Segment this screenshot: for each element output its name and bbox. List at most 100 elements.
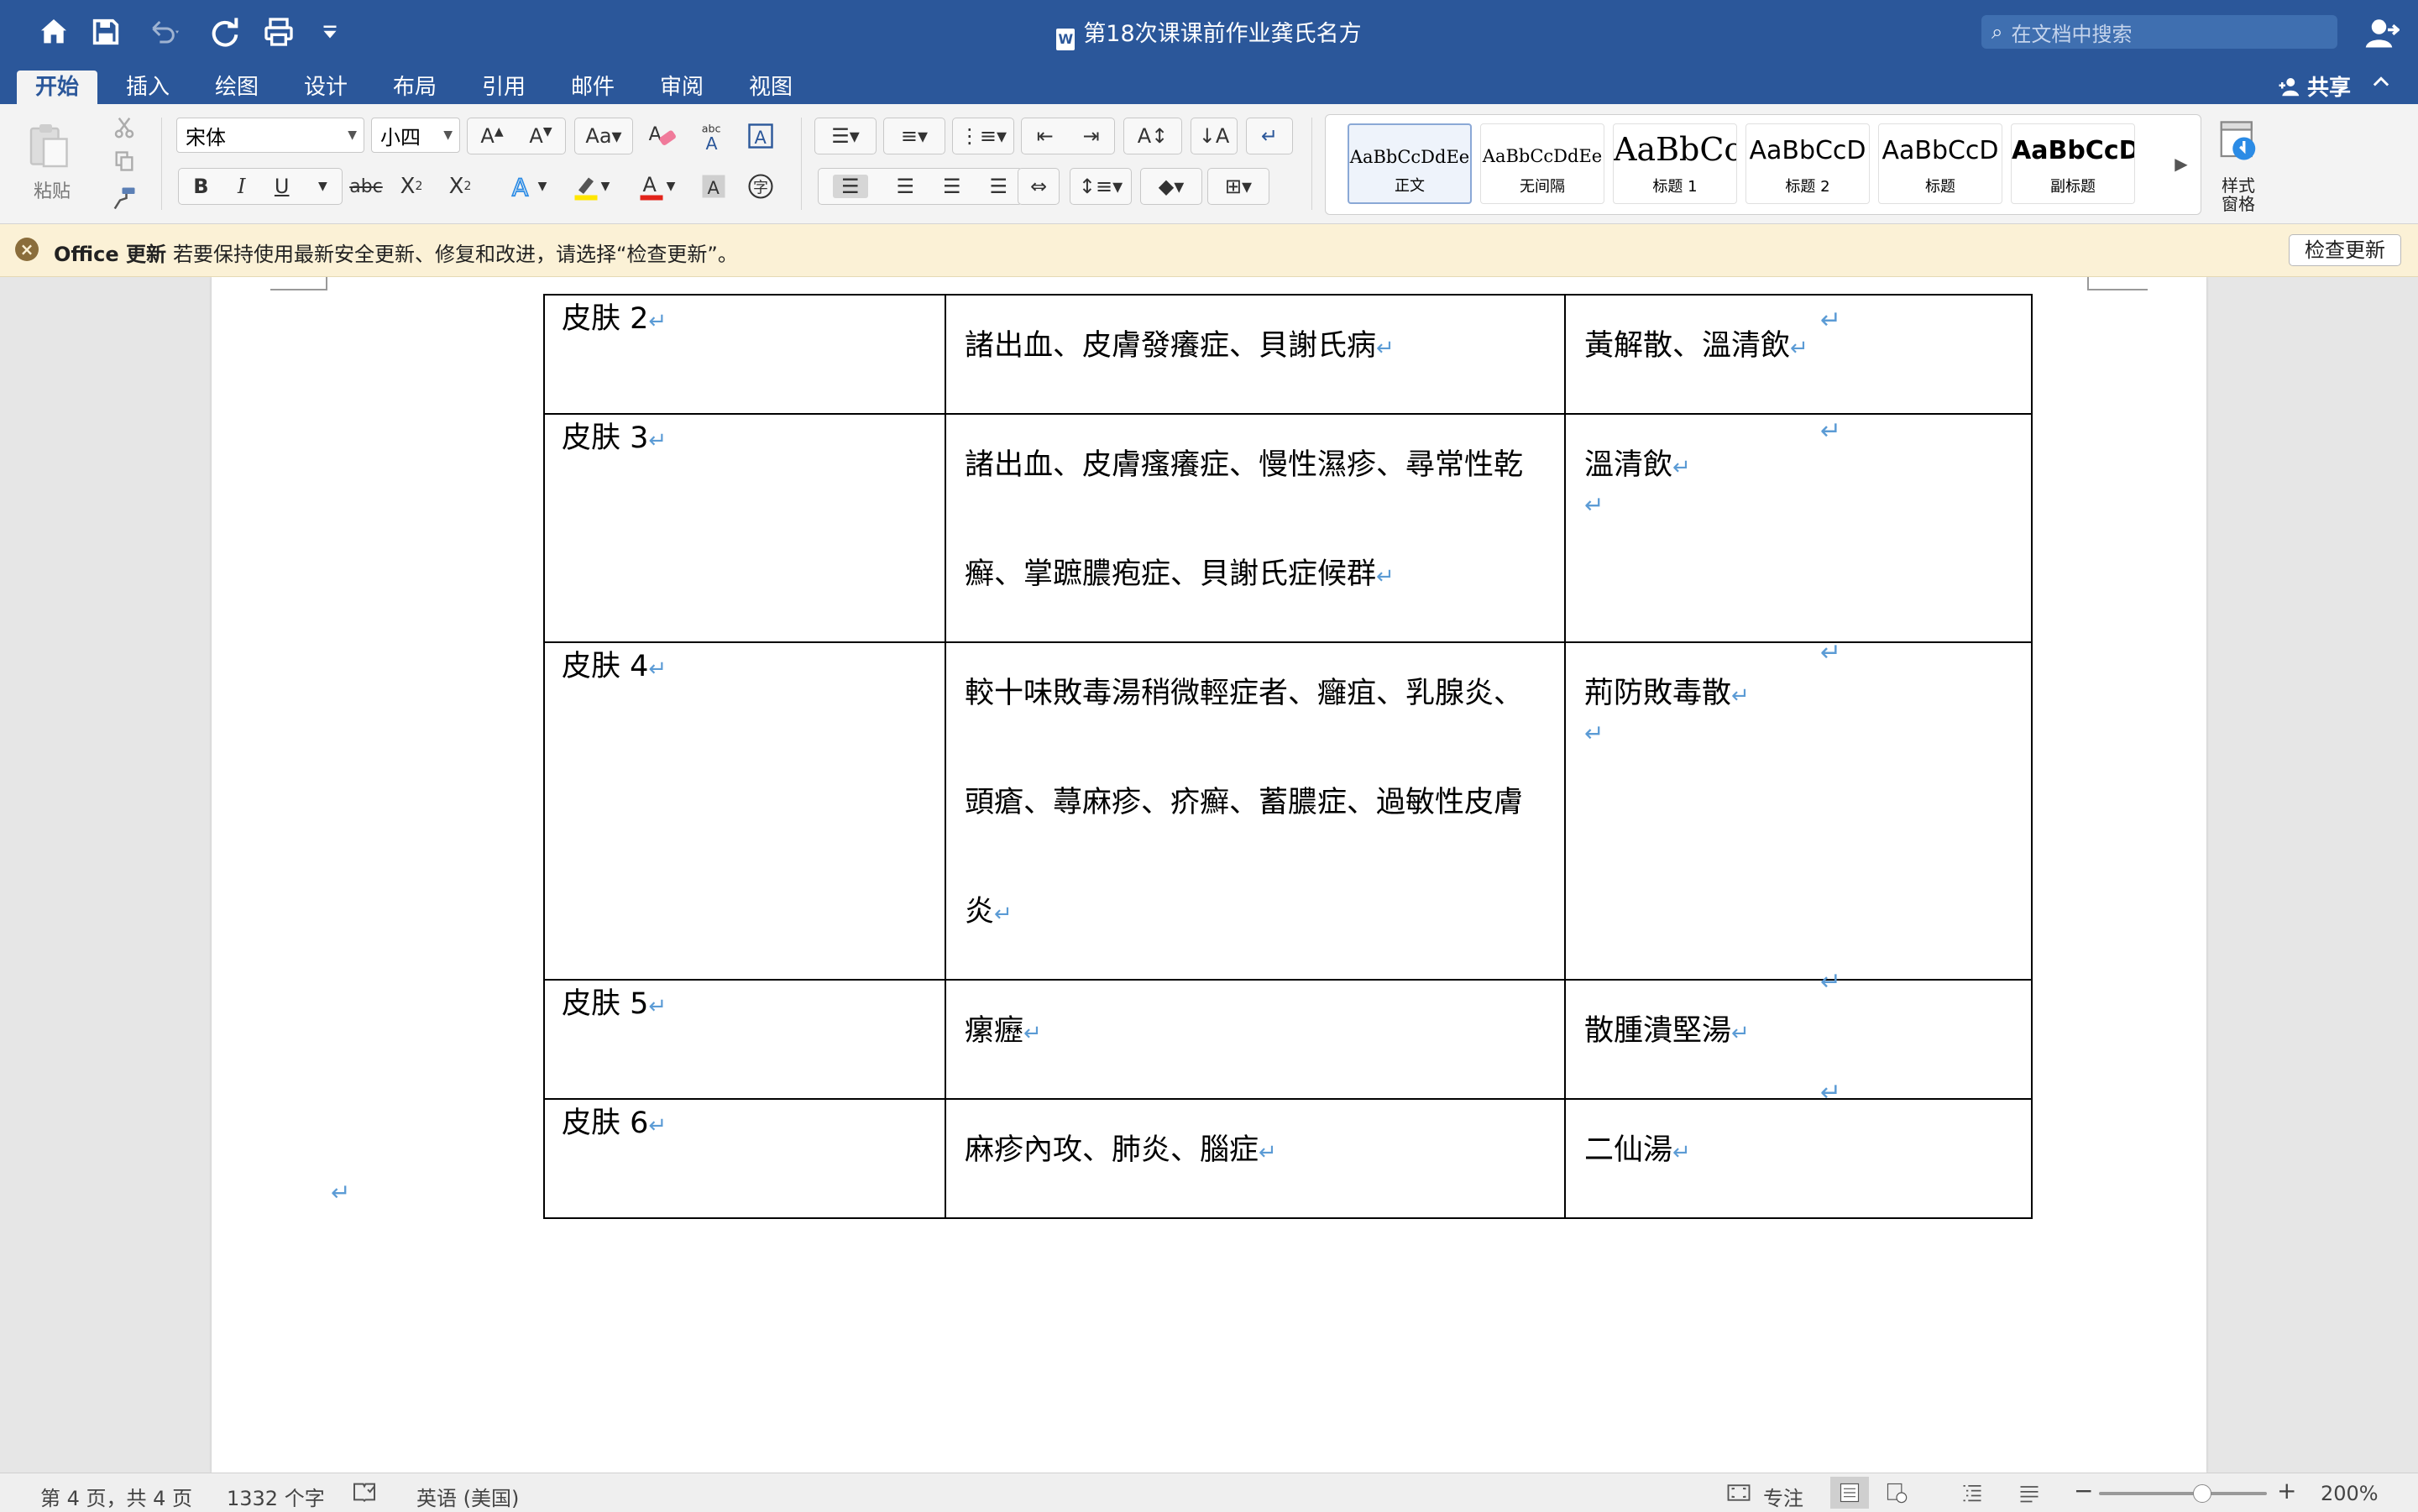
word-count[interactable]: 1332 个字 [227,1482,325,1511]
grow-font-icon[interactable]: A▲ [480,124,503,148]
shrink-font-icon[interactable]: A▼ [529,124,552,148]
table-cell[interactable]: 較十味敗毒湯稍微輕症者、癰疽、乳腺炎、頭瘡、蕁麻疹、疥癬、蓄膿症、過敏性皮膚炎↵ [945,641,1566,981]
italic-icon[interactable]: I [238,175,245,198]
strikethrough-icon[interactable]: abc [348,168,385,205]
zoom-level[interactable]: 200% [2321,1482,2379,1505]
table-cell[interactable]: 皮肤 2↵ [543,294,946,415]
tab-review[interactable]: 审阅 [641,71,722,104]
gallery-next-icon[interactable]: ▶ [2169,149,2194,179]
table-cell[interactable]: 麻疹內攻、肺炎、腦症↵ [945,1098,1566,1219]
print-layout-icon[interactable] [1830,1477,1869,1509]
bullets-button[interactable]: ☰▾ [814,118,877,154]
bold-icon[interactable]: B [193,175,208,198]
cut-icon[interactable] [107,111,141,144]
customize-toolbar-icon[interactable] [317,12,343,52]
styles-pane-icon[interactable] [2213,116,2264,166]
redo-icon[interactable] [205,12,245,52]
style-heading-1[interactable]: AaBbCc 标题 1 [1613,123,1737,204]
page-info[interactable]: 第 4 页，共 4 页 [40,1482,192,1511]
table-cell[interactable]: 二仙湯↵ [1564,1098,2033,1219]
multilevel-list-button[interactable]: ⋮≡▾ [952,118,1014,154]
table-cell[interactable]: 皮肤 5↵ [543,979,946,1100]
row-end-mark: ↵ [1820,967,1842,997]
table-cell[interactable]: 荊防敗毒散↵ ↵ [1564,641,2033,981]
category-text: 皮肤 5 [562,987,649,1021]
font-name-select[interactable]: 宋体 ▼ [176,118,364,153]
tab-layout[interactable]: 布局 [374,71,455,104]
draft-view-icon[interactable] [2010,1477,2049,1509]
enclose-characters-icon[interactable]: 字 [742,168,779,205]
font-color-icon[interactable]: A ▼ [628,168,683,205]
line-spacing-button[interactable]: ↕≡▾ [1070,168,1132,205]
style-subtitle[interactable]: AaBbCcD 副标题 [2011,123,2135,204]
tab-references[interactable]: 引用 [463,71,544,104]
phonetic-guide-icon[interactable]: abc A [693,116,734,156]
tab-insert[interactable]: 插入 [107,71,188,104]
numbering-button[interactable]: ≡▾ [883,118,945,154]
chevron-down-icon[interactable]: ▼ [318,180,327,193]
highlight-color-icon[interactable]: ▼ [561,168,620,205]
tab-home[interactable]: 开始 [17,71,98,104]
decrease-indent-icon[interactable]: ⇤ [1036,124,1053,148]
focus-label[interactable]: 专注 [1763,1482,1803,1511]
zoom-in-icon[interactable]: + [2277,1477,2296,1504]
distributed-button[interactable]: ⇔ [1018,168,1060,205]
clear-formatting-icon[interactable]: A [643,116,683,156]
proofing-icon[interactable] [351,1478,378,1510]
tab-mailings[interactable]: 邮件 [552,71,633,104]
language-indicator[interactable]: 英语 (美国) [416,1482,519,1511]
tab-design[interactable]: 设计 [285,71,366,104]
text-direction-button[interactable]: A↕ [1123,118,1182,154]
web-layout-icon[interactable] [1877,1477,1916,1509]
share-button[interactable]: 共享 [2277,71,2351,102]
underline-icon[interactable]: U [275,175,290,198]
styles-pane-label[interactable]: 样式 窗格 [2222,176,2255,213]
table-cell[interactable]: 皮肤 6↵ [543,1098,946,1219]
align-center-icon[interactable]: ☰ [896,175,914,198]
tab-draw[interactable]: 绘图 [196,71,277,104]
format-painter-icon[interactable] [107,181,141,215]
align-left-icon[interactable]: ☰ [832,175,868,198]
sort-button[interactable]: ↓A [1191,118,1238,154]
paste-icon[interactable] [18,116,77,175]
shading-button[interactable]: ◆▾ [1140,168,1202,205]
document-page[interactable]: 皮肤 2↵ 諸出血、皮膚發癢症、貝謝氏病↵ 黃解散、溫清飲↵ 皮肤 3↵ 諸出血… [212,277,2206,1473]
undo-icon[interactable] [139,12,191,52]
justify-icon[interactable]: ☰ [989,175,1008,198]
borders-button[interactable]: ⊞▾ [1207,168,1269,205]
table-cell[interactable]: 皮肤 3↵ [543,413,946,643]
increase-indent-icon[interactable]: ⇥ [1082,124,1099,148]
print-icon[interactable] [259,12,299,52]
style-no-spacing[interactable]: AaBbCcDdEe 无间隔 [1480,123,1604,204]
check-updates-button[interactable]: 检查更新 [2289,234,2401,266]
focus-icon[interactable] [1726,1480,1751,1510]
home-icon[interactable] [34,12,74,52]
font-size-select[interactable]: 小四 ▼ [371,118,460,153]
style-title[interactable]: AaBbCcD 标题 [1878,123,2002,204]
outline-view-icon[interactable] [1953,1477,1991,1509]
close-icon[interactable]: × [15,238,39,261]
character-shading-icon[interactable]: A [695,168,732,205]
zoom-slider-thumb[interactable] [2193,1484,2211,1503]
user-account-icon[interactable] [2364,15,2400,50]
character-border-icon[interactable]: A [742,118,779,154]
superscript-icon[interactable]: X2 [442,168,479,205]
text-effects-icon[interactable]: A ▼ [502,168,554,205]
show-marks-button[interactable]: ↵ [1246,118,1293,154]
change-case-button[interactable]: Aa▾ [574,118,633,154]
document-area[interactable]: 皮肤 2↵ 諸出血、皮膚發癢症、貝謝氏病↵ 黃解散、溫清飲↵ 皮肤 3↵ 諸出血… [0,277,2418,1473]
table-cell[interactable]: 皮肤 4↵ [543,641,946,981]
zoom-out-icon[interactable]: − [2074,1477,2093,1504]
search-input[interactable]: ⌕ 在文档中搜索 [1981,15,2337,49]
copy-icon[interactable] [107,146,141,176]
indication-text: 諸出血、皮膚瘙癢症、慢性濕疹、尋常性乾癬、掌蹠膿疱症、貝謝氏症候群 [965,448,1524,591]
collapse-ribbon-icon[interactable] [2369,71,2393,100]
align-right-icon[interactable]: ☰ [943,175,961,198]
style-heading-2[interactable]: AaBbCcD 标题 2 [1745,123,1870,204]
zoom-slider[interactable] [2099,1492,2267,1495]
save-icon[interactable] [86,12,126,52]
subscript-icon[interactable]: X2 [393,168,430,205]
herbal-formula-table[interactable]: 皮肤 2↵ 諸出血、皮膚發癢症、貝謝氏病↵ 黃解散、溫清飲↵ 皮肤 3↵ 諸出血… [543,294,2033,1219]
style-normal[interactable]: AaBbCcDdEe 正文 [1348,123,1472,204]
tab-view[interactable]: 视图 [730,71,811,104]
